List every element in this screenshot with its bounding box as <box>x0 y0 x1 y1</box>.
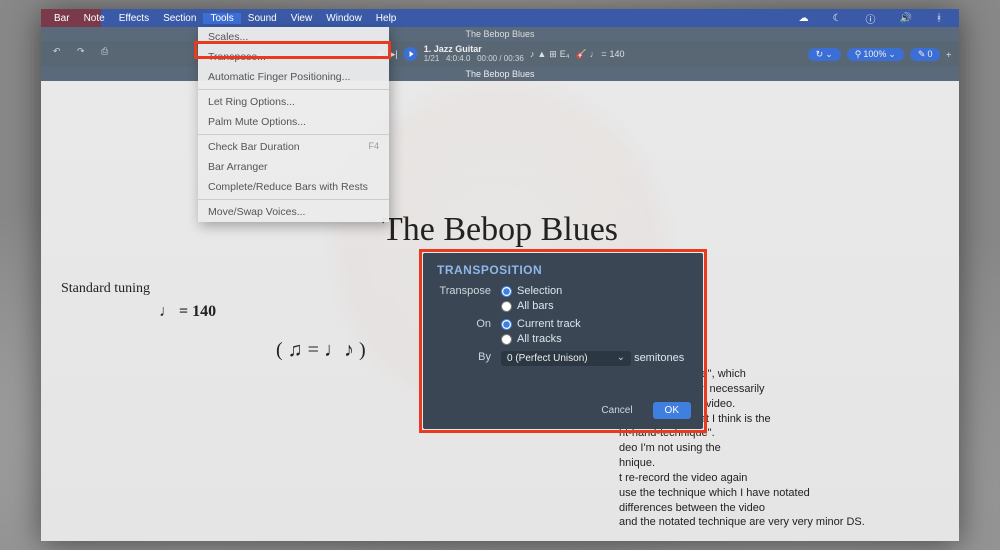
label-transpose: Transpose <box>437 285 501 297</box>
menu-bar-item[interactable]: Note <box>77 13 112 24</box>
tuner-icon[interactable]: ♪ <box>530 49 535 60</box>
tuning-label: Standard tuning <box>61 281 150 297</box>
menu-bar-item[interactable]: Bar <box>47 13 77 24</box>
transposition-dialog: TRANSPOSITION Transpose Selection All ba… <box>423 253 703 429</box>
menubar-status: ☁ ☾ ⓘ 🔊 ᚼ <box>792 11 953 26</box>
menu-item-palm-mute[interactable]: Palm Mute Options... <box>198 112 389 132</box>
tempo-label: ♩ = 140 <box>159 303 216 321</box>
zoom-control[interactable]: ⚲100%⌄ <box>847 48 904 61</box>
radio-selection[interactable]: Selection <box>501 285 562 297</box>
add-icon[interactable]: ⧾ <box>946 49 951 60</box>
menu-bar-item[interactable]: Effects <box>112 13 156 24</box>
tuning-display: E₄ <box>560 49 570 60</box>
volume-icon: 🔊 <box>893 13 919 24</box>
menu-item-check-bar[interactable]: Check Bar DurationF4 <box>198 137 389 157</box>
bluetooth-icon: ᚼ <box>929 13 949 24</box>
loop-button[interactable]: ↻⌄ <box>808 48 841 61</box>
unit-label: semitones <box>634 352 684 364</box>
menubar: Bar Note Effects Section Tools Sound Vie… <box>41 9 959 27</box>
radio-all-bars[interactable]: All bars <box>501 300 562 312</box>
redo-icon[interactable]: ↷ <box>77 46 93 62</box>
menu-item-let-ring[interactable]: Let Ring Options... <box>198 92 389 112</box>
ok-button[interactable]: OK <box>653 402 691 419</box>
semitones-select[interactable]: 0 (Perfect Unison) <box>501 351 631 366</box>
next-track-icon[interactable]: ▶| <box>388 49 397 60</box>
undo-icon[interactable]: ↶ <box>53 46 69 62</box>
menu-item-move-voices[interactable]: Move/Swap Voices... <box>198 202 389 222</box>
cloud-icon: ☁ <box>792 13 816 24</box>
window-subtitle: The Bebop Blues <box>41 27 959 41</box>
menu-separator <box>198 134 389 135</box>
menu-bar-item[interactable]: Window <box>319 13 369 24</box>
guitar-icon: 🎸 <box>575 49 586 60</box>
menu-item-transpose[interactable]: Transpose... <box>198 47 389 67</box>
swing-notation: ( ♫ = ♩♪ ) <box>276 339 366 362</box>
play-button[interactable] <box>404 47 418 61</box>
menu-item-bar-arranger[interactable]: Bar Arranger <box>198 157 389 177</box>
menu-separator <box>198 199 389 200</box>
menu-item-auto-finger[interactable]: Automatic Finger Positioning... <box>198 67 389 87</box>
menu-bar-item[interactable]: Help <box>369 13 404 24</box>
dialog-title: TRANSPOSITION <box>437 263 689 277</box>
menu-bar-item[interactable]: Section <box>156 13 203 24</box>
info-icon: ⓘ <box>859 11 883 26</box>
toolbar: ↶ ↷ ⎙ ◀ ▶| 1. Jazz Guitar 1/21 4:0:4.0 0… <box>41 41 959 67</box>
fretboard-icon[interactable]: ⊞ <box>549 49 557 60</box>
tools-dropdown: Scales... Transpose... Automatic Finger … <box>198 27 389 222</box>
radio-all-tracks[interactable]: All tracks <box>501 333 581 345</box>
moon-icon: ☾ <box>826 13 849 24</box>
tempo-value: 140 <box>609 49 624 60</box>
track-info: 1. Jazz Guitar 1/21 4:0:4.0 00:00 / 00:3… <box>424 45 524 64</box>
menu-bar-item[interactable]: Sound <box>241 13 284 24</box>
track-controls[interactable]: ♪ ▲ ⊞ E₄ <box>530 49 570 60</box>
label-by: By <box>437 351 501 363</box>
page-title: The Bebop Blues <box>41 211 959 249</box>
metronome-icon[interactable]: ▲ <box>537 49 546 60</box>
radio-current-track[interactable]: Current track <box>501 318 581 330</box>
label-on: On <box>437 318 501 330</box>
cancel-button[interactable]: Cancel <box>589 402 644 419</box>
app-window: Bar Note Effects Section Tools Sound Vie… <box>41 9 959 541</box>
print-icon[interactable]: ⎙ <box>101 46 117 62</box>
menu-item-scales[interactable]: Scales... <box>198 27 389 47</box>
menu-bar-item[interactable]: View <box>284 13 320 24</box>
edit-button[interactable]: ✎0 <box>910 48 941 61</box>
menu-item-complete-bars[interactable]: Complete/Reduce Bars with Rests <box>198 177 389 197</box>
menu-tools[interactable]: Tools <box>203 13 240 24</box>
menu-separator <box>198 89 389 90</box>
